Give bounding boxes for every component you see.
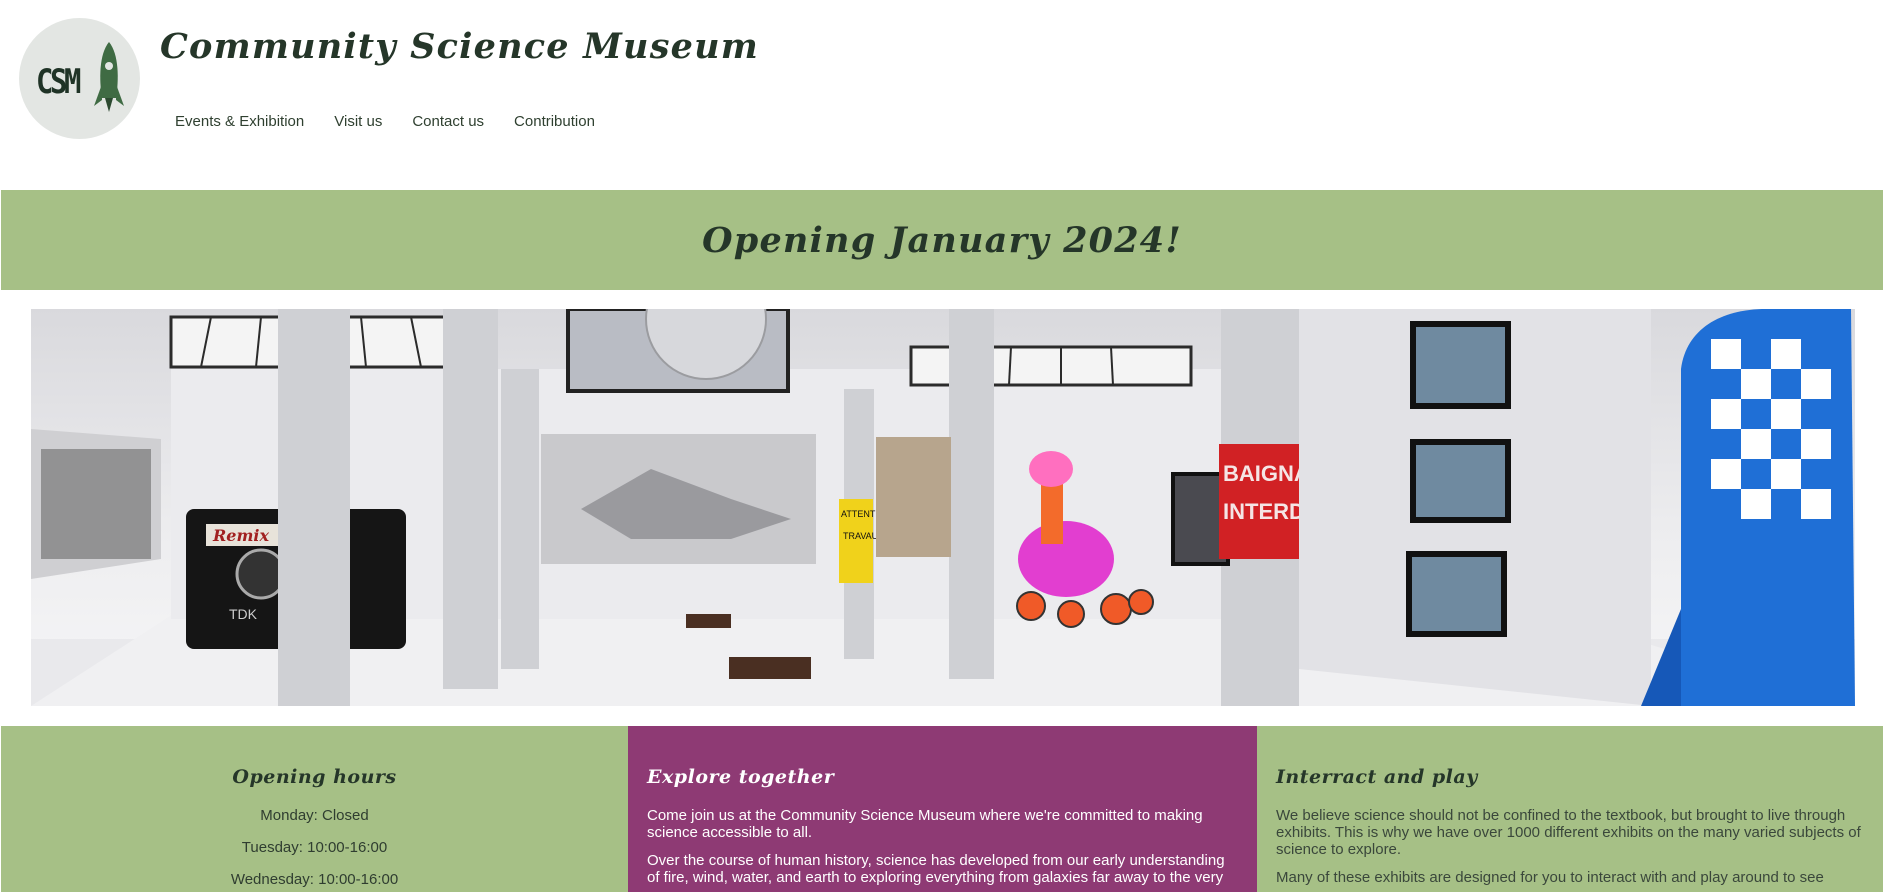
interact-paragraph: We believe science should not be confine… — [1276, 807, 1861, 858]
interact-paragraph: Many of these exhibits are designed for … — [1276, 869, 1824, 886]
hours-line: Tuesday: 10:00-16:00 — [241, 839, 388, 856]
interact-heading: Interract and play — [1276, 766, 1478, 788]
opening-banner: Opening January 2024! — [1, 190, 1883, 290]
banner-heading: Opening January 2024! — [702, 219, 1182, 261]
site-header: CSM Community Science Museum Events & Ex… — [0, 0, 1886, 190]
nav-events-exhibition[interactable]: Events & Exhibition — [175, 113, 304, 130]
explore-paragraph: Over the course of human history, scienc… — [647, 852, 1225, 886]
site-title: Community Science Museum — [160, 26, 759, 67]
explore-heading: Explore together — [647, 766, 835, 788]
opening-hours-heading: Opening hours — [232, 766, 397, 788]
svg-text:TDK: TDK — [229, 606, 258, 622]
hours-line: Monday: Closed — [260, 807, 369, 824]
interact-play-panel: Interract and play We believe science sh… — [1257, 726, 1883, 892]
explore-paragraph: Come join us at the Community Science Mu… — [647, 807, 1203, 841]
opening-hours-panel: Opening hours Monday: Closed Tuesday: 10… — [1, 726, 628, 892]
nav-visit-us[interactable]: Visit us — [334, 113, 382, 130]
rocket-icon — [94, 42, 124, 112]
hours-line: Wednesday: 10:00-16:00 — [230, 871, 399, 888]
opening-hours-list: Monday: Closed Tuesday: 10:00-16:00 Wedn… — [1, 807, 628, 892]
svg-text:Remix: Remix — [212, 526, 269, 545]
logo-text: CSM — [36, 62, 81, 102]
nav-contribution[interactable]: Contribution — [514, 113, 595, 130]
museum-hall-illustration: Remix TDK ATTENTION TRAVAUX BAIGNADE INT… — [31, 309, 1855, 706]
nav-contact-us[interactable]: Contact us — [412, 113, 484, 130]
explore-together-panel: Explore together Come join us at the Com… — [628, 726, 1257, 892]
museum-logo[interactable]: CSM — [19, 18, 140, 139]
hero-museum-image: Remix TDK ATTENTION TRAVAUX BAIGNADE INT… — [31, 309, 1855, 706]
main-nav: Events & Exhibition Visit us Contact us … — [175, 113, 595, 130]
